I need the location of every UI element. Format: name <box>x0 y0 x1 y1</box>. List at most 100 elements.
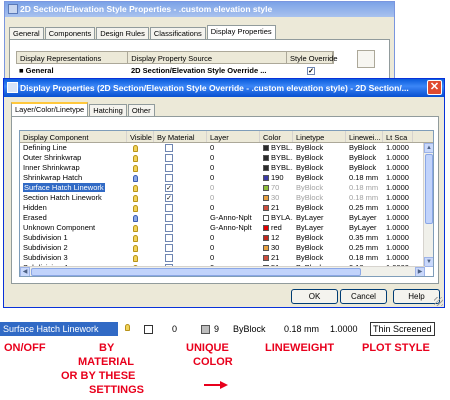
cell-linetype[interactable]: ByLayer <box>293 223 346 233</box>
cell-layer[interactable]: 0 <box>207 243 260 253</box>
by-material-checkbox[interactable] <box>154 153 207 163</box>
scroll-left-icon[interactable]: ◀ <box>20 267 30 276</box>
cell-color[interactable]: 21 <box>260 203 293 213</box>
table-row[interactable]: Unknown Component G-Anno-Nplt red ByLayer By… <box>20 223 433 233</box>
cell-layer[interactable]: 0 <box>207 193 260 203</box>
table-row[interactable]: Inner Shrinkwrap0BYBL...ByBlockByBlock1.… <box>20 163 433 173</box>
horizontal-scrollbar[interactable]: ◀ ▶ <box>20 266 425 276</box>
tab-design-rules[interactable]: Design Rules <box>96 27 149 39</box>
cell-linetype[interactable]: ByBlock <box>293 233 346 243</box>
resize-grip-icon[interactable] <box>434 297 443 306</box>
lightbulb-icon[interactable] <box>133 164 138 172</box>
visible-toggle[interactable] <box>127 203 154 213</box>
tab-display-properties[interactable]: Display Properties <box>206 25 276 39</box>
table-row[interactable]: Defining Line0BYBL...ByBlockByBlock1.000… <box>20 143 433 153</box>
tab-general[interactable]: General <box>9 27 44 39</box>
by-material-checkbox[interactable]: ✓ <box>154 183 207 193</box>
cell-color[interactable]: BYBL... <box>260 163 293 173</box>
cell-layer[interactable]: G-Anno-Nplt <box>207 223 260 233</box>
display-properties-titlebar[interactable]: Display Properties (2D Section/Elevation… <box>4 79 444 97</box>
horizontal-scroll-thumb[interactable] <box>31 268 361 276</box>
cell-layer[interactable]: 0 <box>207 173 260 183</box>
cell-lineweight[interactable]: ByLayer <box>346 223 383 233</box>
lightbulb-icon[interactable] <box>133 224 138 232</box>
cell-lineweight[interactable]: 0.18 mm <box>346 193 383 203</box>
tab-components[interactable]: Components <box>44 27 96 39</box>
cell-color[interactable]: 30 <box>260 243 293 253</box>
table-row[interactable]: Shrinkwrap Hatch 0 190 ByBlock 0.18 mm 1.0000 <box>20 173 433 183</box>
lightbulb-icon[interactable] <box>133 214 138 222</box>
table-row[interactable]: Subdivision 2 0 30 ByBlock 0.25 mm 1.0000 <box>20 243 433 253</box>
cell-lineweight[interactable]: 0.25 mm <box>346 243 383 253</box>
display-rep-row-general[interactable]: ■ General 2D Section/Elevation Style Ove… <box>16 65 334 77</box>
by-material-checkbox[interactable] <box>154 253 207 263</box>
visible-toggle[interactable] <box>127 193 154 203</box>
visible-toggle[interactable] <box>127 223 154 233</box>
cell-lineweight[interactable]: 0.25 mm <box>346 203 383 213</box>
lightbulb-icon[interactable] <box>133 254 138 262</box>
style-override-checkbox[interactable]: ✓ <box>288 65 334 77</box>
style-properties-titlebar[interactable]: 2D Section/Elevation Style Properties - … <box>5 2 394 17</box>
lightbulb-icon[interactable] <box>133 244 138 252</box>
tab-layer-color-linetype[interactable]: Layer/Color/Linetype <box>11 102 89 116</box>
cell-lt-scale[interactable]: 1.0000 <box>383 213 413 223</box>
cell-linetype[interactable]: ByBlock <box>293 253 346 263</box>
cell-lt-scale[interactable]: 1.0000 <box>383 203 413 213</box>
by-material-checkbox[interactable] <box>154 233 207 243</box>
cell-layer[interactable]: 0 <box>207 143 260 153</box>
cell-lineweight[interactable]: 0.18 mm <box>346 173 383 183</box>
col-visible[interactable]: Visible <box>127 131 154 142</box>
cell-color[interactable]: BYBL... <box>260 143 293 153</box>
cell-layer[interactable]: 0 <box>207 233 260 243</box>
scroll-right-icon[interactable]: ▶ <box>415 267 425 276</box>
scroll-down-icon[interactable]: ▼ <box>424 257 433 267</box>
by-material-checkbox[interactable] <box>154 203 207 213</box>
vertical-scroll-thumb[interactable] <box>425 154 433 224</box>
lightbulb-icon[interactable] <box>133 174 138 182</box>
tab-hatching[interactable]: Hatching <box>89 104 127 116</box>
lightbulb-icon[interactable] <box>133 234 138 242</box>
lightbulb-icon[interactable] <box>133 154 138 162</box>
cell-lt-scale[interactable]: 1.0000 <box>383 183 413 193</box>
cell-linetype[interactable]: ByBlock <box>293 203 346 213</box>
visible-toggle[interactable] <box>127 213 154 223</box>
cell-lineweight[interactable]: ByBlock <box>346 143 383 153</box>
cell-linetype[interactable]: ByBlock <box>293 193 346 203</box>
cell-linetype[interactable]: ByBlock <box>293 153 346 163</box>
col-display-component[interactable]: Display Component <box>20 131 127 142</box>
lightbulb-icon[interactable] <box>133 144 138 152</box>
cell-color[interactable]: 12 <box>260 233 293 243</box>
help-button[interactable]: Help <box>393 289 440 304</box>
by-material-checkbox[interactable]: ✓ <box>154 193 207 203</box>
cell-lineweight[interactable]: ByBlock <box>346 163 383 173</box>
cell-linetype[interactable]: ByBlock <box>293 173 346 183</box>
visible-toggle[interactable] <box>127 143 154 153</box>
by-material-checkbox[interactable] <box>154 173 207 183</box>
cell-lt-scale[interactable]: 1.0000 <box>383 233 413 243</box>
table-row[interactable]: Subdivision 3 0 21 ByBlock 0.18 mm 1.0000 <box>20 253 433 263</box>
table-row[interactable]: Surface Hatch Linework ✓ 0 70 ByBlock 0.18 mm… <box>20 183 433 193</box>
visible-toggle[interactable] <box>127 153 154 163</box>
col-by-material[interactable]: By Material <box>154 131 207 142</box>
table-row[interactable]: Outer Shrinkwrap0BYBL...ByBlockByBlock1.… <box>20 153 433 163</box>
tab-other[interactable]: Other <box>127 104 155 116</box>
visible-toggle[interactable] <box>127 233 154 243</box>
table-row[interactable]: ErasedG-Anno-NpltBYLA...ByLayerByLayer1.… <box>20 213 433 223</box>
cell-linetype[interactable]: ByBlock <box>293 163 346 173</box>
col-style-override[interactable]: Style Override <box>287 52 338 63</box>
col-linetype[interactable]: Linetype <box>293 131 346 142</box>
cell-linetype[interactable]: ByLayer <box>293 213 346 223</box>
cell-lt-scale[interactable]: 1.0000 <box>383 243 413 253</box>
cell-color[interactable]: BYLA... <box>260 213 293 223</box>
vertical-scrollbar[interactable]: ▲ ▼ <box>423 143 433 267</box>
cell-layer[interactable]: 0 <box>207 163 260 173</box>
visible-toggle[interactable] <box>127 183 154 193</box>
cell-color[interactable]: 30 <box>260 193 293 203</box>
close-icon[interactable]: ✕ <box>427 80 442 95</box>
col-color[interactable]: Color <box>260 131 293 142</box>
edit-display-properties-button[interactable] <box>357 50 375 68</box>
lightbulb-icon[interactable] <box>133 184 138 192</box>
cell-layer[interactable]: G-Anno-Nplt <box>207 213 260 223</box>
cell-color[interactable]: 21 <box>260 253 293 263</box>
col-lineweight[interactable]: Linewei... <box>346 131 383 142</box>
